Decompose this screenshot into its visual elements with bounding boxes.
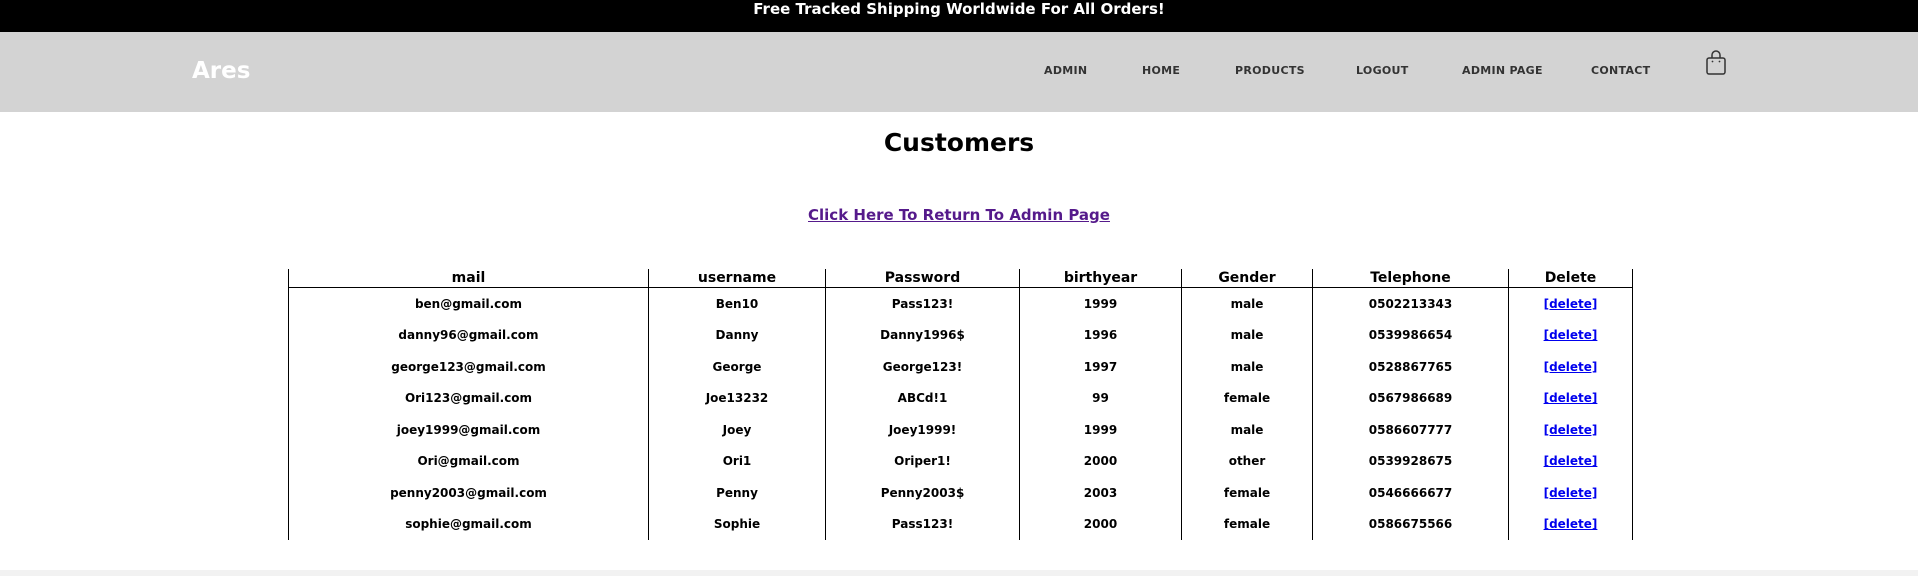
cell-birthyear: 1997 (1019, 351, 1182, 383)
table-row: danny96@gmail.com Danny Danny1996$ 1996 … (288, 319, 1633, 351)
cell-gender: other (1181, 445, 1313, 477)
nav-home[interactable]: HOME (1142, 64, 1180, 77)
return-link-wrapper: Click Here To Return To Admin Page (0, 206, 1918, 224)
cell-telephone: 0539986654 (1312, 319, 1509, 351)
cell-gender: male (1181, 351, 1313, 383)
delete-link[interactable]: [delete] (1544, 360, 1598, 374)
customers-table: mail username Password birthyear Gender … (288, 269, 1633, 540)
cell-username: Penny (648, 477, 826, 509)
cell-gender: female (1181, 508, 1313, 540)
navbar: Ares ADMIN HOME PRODUCTS LOGOUT ADMIN PA… (0, 32, 1918, 112)
cell-mail: danny96@gmail.com (288, 319, 649, 351)
cell-birthyear: 1999 (1019, 414, 1182, 446)
cell-mail: joey1999@gmail.com (288, 414, 649, 446)
cell-username: Joey (648, 414, 826, 446)
nav-logout[interactable]: LOGOUT (1356, 64, 1409, 77)
cell-gender: male (1181, 287, 1313, 320)
delete-link[interactable]: [delete] (1544, 328, 1598, 342)
cell-birthyear: 2003 (1019, 477, 1182, 509)
table-row: joey1999@gmail.com Joey Joey1999! 1999 m… (288, 414, 1633, 446)
cell-password: Pass123! (825, 508, 1020, 540)
cell-telephone: 0546666677 (1312, 477, 1509, 509)
table-row: sophie@gmail.com Sophie Pass123! 2000 fe… (288, 508, 1633, 540)
cell-mail: ben@gmail.com (288, 287, 649, 320)
header-telephone: Telephone (1312, 269, 1509, 288)
delete-link[interactable]: [delete] (1544, 517, 1598, 531)
cell-gender: female (1181, 382, 1313, 414)
nav-admin[interactable]: ADMIN (1044, 64, 1087, 77)
cell-password: Joey1999! (825, 414, 1020, 446)
shopping-bag-icon[interactable] (1705, 50, 1727, 76)
cell-telephone: 0539928675 (1312, 445, 1509, 477)
cell-password: Pass123! (825, 287, 1020, 320)
cell-password: Oriper1! (825, 445, 1020, 477)
table-row: ben@gmail.com Ben10 Pass123! 1999 male 0… (288, 287, 1633, 320)
cell-username: Ori1 (648, 445, 826, 477)
table-row: Ori@gmail.com Ori1 Oriper1! 2000 other 0… (288, 445, 1633, 477)
cell-mail: george123@gmail.com (288, 351, 649, 383)
cell-delete: [delete] (1508, 477, 1633, 509)
cell-delete: [delete] (1508, 382, 1633, 414)
cell-birthyear: 99 (1019, 382, 1182, 414)
cell-delete: [delete] (1508, 508, 1633, 540)
footer-strip (0, 570, 1918, 576)
announcement-bar: Free Tracked Shipping Worldwide For All … (0, 0, 1918, 32)
cell-mail: Ori@gmail.com (288, 445, 649, 477)
cell-mail: penny2003@gmail.com (288, 477, 649, 509)
cell-delete: [delete] (1508, 319, 1633, 351)
nav-contact[interactable]: CONTACT (1591, 64, 1650, 77)
cell-telephone: 0586607777 (1312, 414, 1509, 446)
cell-gender: male (1181, 414, 1313, 446)
cell-password: ABCd!1 (825, 382, 1020, 414)
table-row: george123@gmail.com George George123! 19… (288, 351, 1633, 383)
header-password: Password (825, 269, 1020, 288)
cell-password: George123! (825, 351, 1020, 383)
cell-gender: male (1181, 319, 1313, 351)
cell-username: Sophie (648, 508, 826, 540)
cell-telephone: 0586675566 (1312, 508, 1509, 540)
cell-birthyear: 1999 (1019, 287, 1182, 320)
page-title: Customers (883, 128, 1035, 157)
table-header-row: mail username Password birthyear Gender … (288, 269, 1633, 288)
table-row: Ori123@gmail.com Joe13232 ABCd!1 99 fema… (288, 382, 1633, 414)
cell-username: George (648, 351, 826, 383)
cell-password: Danny1996$ (825, 319, 1020, 351)
cell-telephone: 0528867765 (1312, 351, 1509, 383)
cell-gender: female (1181, 477, 1313, 509)
cell-mail: sophie@gmail.com (288, 508, 649, 540)
cell-password: Penny2003$ (825, 477, 1020, 509)
nav-products[interactable]: PRODUCTS (1235, 64, 1305, 77)
cell-mail: Ori123@gmail.com (288, 382, 649, 414)
cell-delete: [delete] (1508, 445, 1633, 477)
cell-birthyear: 2000 (1019, 508, 1182, 540)
cell-username: Danny (648, 319, 826, 351)
nav-admin-page[interactable]: ADMIN PAGE (1462, 64, 1543, 77)
header-delete: Delete (1508, 269, 1633, 288)
cell-username: Ben10 (648, 287, 826, 320)
cell-birthyear: 1996 (1019, 319, 1182, 351)
cell-delete: [delete] (1508, 351, 1633, 383)
brand-logo[interactable]: Ares (192, 58, 250, 84)
header-gender: Gender (1181, 269, 1313, 288)
delete-link[interactable]: [delete] (1544, 486, 1598, 500)
table-row: penny2003@gmail.com Penny Penny2003$ 200… (288, 477, 1633, 509)
cell-birthyear: 2000 (1019, 445, 1182, 477)
delete-link[interactable]: [delete] (1544, 423, 1598, 437)
return-to-admin-link[interactable]: Click Here To Return To Admin Page (808, 206, 1110, 224)
delete-link[interactable]: [delete] (1544, 297, 1598, 311)
header-username: username (648, 269, 826, 288)
announcement-text: Free Tracked Shipping Worldwide For All … (753, 0, 1165, 18)
header-birthyear: birthyear (1019, 269, 1182, 288)
cell-delete: [delete] (1508, 287, 1633, 320)
cell-username: Joe13232 (648, 382, 826, 414)
header-mail: mail (288, 269, 649, 288)
delete-link[interactable]: [delete] (1544, 454, 1598, 468)
cell-delete: [delete] (1508, 414, 1633, 446)
cell-telephone: 0567986689 (1312, 382, 1509, 414)
cell-telephone: 0502213343 (1312, 287, 1509, 320)
delete-link[interactable]: [delete] (1544, 391, 1598, 405)
